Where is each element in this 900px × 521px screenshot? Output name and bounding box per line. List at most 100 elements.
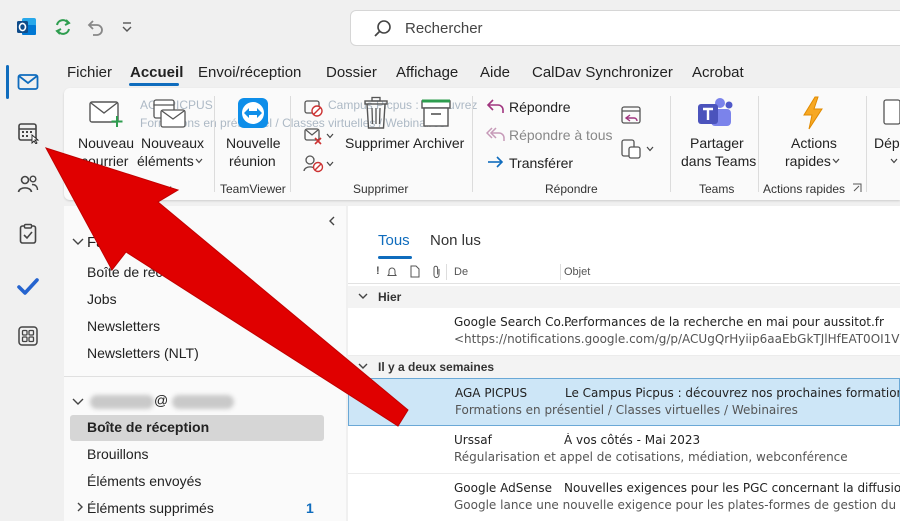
message-subject: Nouvelles exigences pour les PGC concern… xyxy=(564,481,900,495)
column-separator xyxy=(560,264,561,280)
junk-icon[interactable] xyxy=(302,152,324,174)
teams-icon xyxy=(698,98,733,126)
group-label: Hier xyxy=(378,290,402,304)
chevron-down-icon xyxy=(358,293,368,299)
folder-drafts[interactable]: Brouillons xyxy=(87,446,148,462)
tab-acrobat[interactable]: Acrobat xyxy=(692,64,744,81)
group-label-quick-actions: Actions rapides xyxy=(763,182,846,196)
favorites-header[interactable]: Favoris xyxy=(87,234,136,251)
todo-rail-button[interactable] xyxy=(8,266,48,306)
reminder-column-icon[interactable] xyxy=(386,266,398,278)
active-tab-underline xyxy=(378,256,412,259)
forward-label: Transférer xyxy=(509,155,574,171)
mail-rail-button[interactable] xyxy=(8,62,48,102)
message-row[interactable]: Google Search Co... Performances de la r… xyxy=(348,308,900,356)
group-label-delete: Supprimer xyxy=(353,182,409,196)
folder-newsletters[interactable]: Newsletters xyxy=(87,318,160,334)
message-sender: AGA PICPUS xyxy=(455,386,528,400)
message-subject: Performances de la recherche en mai pour… xyxy=(564,315,884,329)
group-separator xyxy=(290,96,291,192)
folder-favorite-inbox[interactable]: Boîte de réception xyxy=(87,264,201,280)
quick-actions-label-1: Actions xyxy=(791,135,837,151)
group-label-teams: Teams xyxy=(699,182,735,196)
tab-envoi-reception[interactable]: Envoi/réception xyxy=(198,64,301,81)
search-icon xyxy=(373,19,393,39)
group-label-teamviewer: TeamViewer xyxy=(220,182,286,196)
folder-newsletters-nlt[interactable]: Newsletters (NLT) xyxy=(87,345,199,361)
apps-grid-icon xyxy=(18,326,38,346)
share-teams-label-2: dans Teams xyxy=(681,153,757,169)
folder-sent[interactable]: Éléments envoyés xyxy=(87,473,201,489)
clipboard-check-icon xyxy=(19,223,37,244)
new-items-icon xyxy=(153,99,186,128)
chevron-down-icon xyxy=(326,133,334,139)
trash-icon xyxy=(364,96,388,129)
reply-all-label: Répondre à tous xyxy=(509,127,613,143)
new-meeting-label-1: Nouvelle xyxy=(226,135,281,151)
from-column-header[interactable]: De xyxy=(454,266,468,278)
column-header: ! De Objet xyxy=(348,260,900,284)
apps-rail-button[interactable] xyxy=(8,316,48,356)
account-at-sign: @ xyxy=(154,392,169,408)
message-list: Tous Non lus ! De Objet Hier Google Sear… xyxy=(348,206,900,521)
message-row-selected[interactable]: AGA PICPUS Le Campus Picpus : découvrez … xyxy=(348,378,900,426)
folder-deleted[interactable]: Éléments supprimés xyxy=(87,500,214,516)
people-rail-button[interactable] xyxy=(8,164,48,204)
new-items-label-2: éléments xyxy=(137,153,194,169)
folder-inbox[interactable]: Boîte de réception xyxy=(87,419,209,435)
calendar-icon xyxy=(18,123,40,144)
group-label-reply: Répondre xyxy=(545,182,598,196)
message-subject: Le Campus Picpus : découvrez nos prochai… xyxy=(565,386,899,400)
folder-jobs[interactable]: Jobs xyxy=(87,291,117,307)
title-bar: Rechercher xyxy=(0,0,900,56)
calendar-rail-button[interactable] xyxy=(8,112,48,152)
type-column-icon[interactable] xyxy=(410,265,420,278)
tab-all[interactable]: Tous xyxy=(378,232,410,249)
reply-icon xyxy=(486,99,504,113)
search-box[interactable]: Rechercher xyxy=(350,10,900,46)
message-subject: À vos côtés - Mai 2023 xyxy=(564,433,701,447)
chevron-right-icon[interactable] xyxy=(76,502,84,512)
group-separator xyxy=(758,96,759,192)
move-label: Dép xyxy=(874,135,900,151)
dialog-launcher-icon[interactable] xyxy=(852,183,862,193)
customize-toolbar-icon[interactable] xyxy=(116,16,138,38)
message-row[interactable]: Google AdSense Nouvelles exigences pour … xyxy=(348,474,900,521)
share-teams-label-1: Partager xyxy=(690,135,744,151)
people-icon xyxy=(17,175,39,193)
message-sender: Google Search Co... xyxy=(454,315,573,329)
undo-icon[interactable] xyxy=(84,16,106,38)
message-sender: Google AdSense xyxy=(454,481,552,495)
message-preview: Google lance une nouvelle exigence pour … xyxy=(454,498,900,512)
chevron-down-icon[interactable] xyxy=(72,238,84,246)
send-receive-icon[interactable] xyxy=(52,16,74,38)
reply-label: Répondre xyxy=(509,99,571,115)
tab-unread[interactable]: Non lus xyxy=(430,232,481,249)
tasks-rail-button[interactable] xyxy=(8,214,48,254)
group-header-two-weeks[interactable]: Il y a deux semaines xyxy=(348,356,900,378)
attachment-column-icon[interactable] xyxy=(432,265,442,279)
subject-column-header[interactable]: Objet xyxy=(564,266,590,278)
more-respond-icon[interactable] xyxy=(620,138,642,160)
group-label: Il y a deux semaines xyxy=(378,360,495,374)
ignore-icon[interactable] xyxy=(302,96,324,118)
importance-column-icon[interactable]: ! xyxy=(376,265,380,277)
clean-up-icon[interactable] xyxy=(302,124,324,146)
chevron-down-icon xyxy=(890,158,898,164)
message-preview: Régularisation et appel de cotisations, … xyxy=(454,450,848,464)
collapse-pane-icon[interactable] xyxy=(328,216,336,226)
tab-accueil[interactable]: Accueil xyxy=(130,64,183,81)
group-label-new: Nouveau xyxy=(124,182,173,196)
tab-dossier[interactable]: Dossier xyxy=(326,64,377,81)
group-header-yesterday[interactable]: Hier xyxy=(348,286,900,308)
teamviewer-icon xyxy=(238,98,268,128)
tab-fichier[interactable]: Fichier xyxy=(67,64,112,81)
tab-affichage[interactable]: Affichage xyxy=(396,64,458,81)
tab-caldav[interactable]: CalDav Synchronizer xyxy=(532,64,673,81)
message-row[interactable]: Urssaf À vos côtés - Mai 2023 Régularisa… xyxy=(348,426,900,474)
new-mail-label-2: courrier xyxy=(81,153,129,169)
chevron-down-icon[interactable] xyxy=(72,398,84,406)
tab-aide[interactable]: Aide xyxy=(480,64,510,81)
chevron-down-icon xyxy=(195,158,203,164)
meeting-reply-icon[interactable] xyxy=(620,104,642,126)
